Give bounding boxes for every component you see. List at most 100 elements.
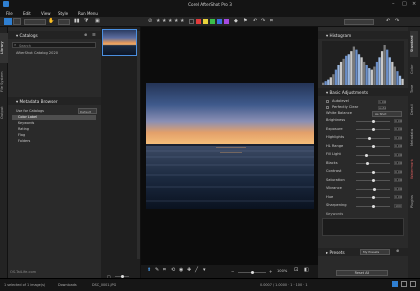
keywords-field[interactable] <box>322 218 404 236</box>
slider-knob[interactable] <box>371 204 375 208</box>
autolevel-checkbox[interactable] <box>326 100 329 103</box>
close-icon[interactable]: × <box>412 1 416 7</box>
rotate-right-icon[interactable]: ↷ <box>261 18 265 24</box>
basic-adjustments-header[interactable]: ▾ Basic Adjustments <box>318 88 408 96</box>
histogram-header[interactable]: ▾ Histogram <box>318 31 408 39</box>
zoom-dropdown[interactable] <box>58 19 70 25</box>
perfectly-clear-value[interactable]: Auto <box>378 106 386 110</box>
presets-selector[interactable]: My Presets <box>360 249 390 255</box>
metadata-item[interactable]: Use for Catalogs <box>16 109 44 113</box>
slider-knob[interactable] <box>364 153 368 157</box>
metadata-selector[interactable]: Default <box>78 108 97 114</box>
metadata-item[interactable]: Rating <box>18 127 29 131</box>
slider-track[interactable] <box>356 154 390 156</box>
tab-library[interactable]: Library <box>0 33 8 63</box>
star-5-icon[interactable]: ★ <box>180 18 184 24</box>
slider-knob[interactable] <box>366 162 370 165</box>
slider-value[interactable]: 0.00 <box>394 118 402 123</box>
slider-knob[interactable] <box>371 119 375 123</box>
tab-detail[interactable]: Detail <box>410 100 418 120</box>
crop-tool-icon[interactable]: ⌗ <box>163 267 166 273</box>
crop-icon[interactable]: ⌗ <box>270 18 273 24</box>
grid-view-button[interactable] <box>13 18 21 25</box>
main-image[interactable] <box>146 83 314 209</box>
redeye-icon[interactable]: ◉ <box>179 267 183 273</box>
funnel-icon[interactable]: ⧩ <box>84 18 88 24</box>
metadata-item[interactable]: Color Label <box>18 115 37 119</box>
tab-standard[interactable]: Standard <box>410 31 418 57</box>
redo-icon[interactable]: ↷ <box>395 18 399 24</box>
autolevel-value[interactable]: 1.00 <box>378 100 386 104</box>
slider-value[interactable]: 0.00 <box>394 178 402 182</box>
slider-value[interactable]: 0.00 <box>394 135 402 140</box>
slider-value[interactable]: 0.00 <box>394 161 402 165</box>
color-label-red[interactable] <box>196 19 201 24</box>
slider-track[interactable] <box>356 163 390 164</box>
layout-dual-icon[interactable] <box>401 281 407 287</box>
select-tool-icon[interactable]: ⬆ <box>147 267 151 273</box>
slider-value[interactable]: 0.00 <box>394 169 402 174</box>
slider-knob[interactable] <box>368 136 372 140</box>
menu-file[interactable]: File <box>6 11 13 16</box>
star-3-icon[interactable]: ★ <box>168 18 172 24</box>
tab-color[interactable]: Color <box>410 60 418 78</box>
fullscreen-icon[interactable]: ▣ <box>95 18 100 24</box>
library-view-button[interactable] <box>4 18 12 25</box>
slider-value[interactable]: 100 <box>394 203 402 208</box>
maximize-icon[interactable]: □ <box>402 1 407 7</box>
rotate-left-icon[interactable]: ↶ <box>253 18 257 24</box>
star-1-icon[interactable]: ★ <box>156 18 160 24</box>
undo-icon[interactable]: ↶ <box>386 18 390 24</box>
brush-icon[interactable]: ✎ <box>155 267 159 273</box>
slider-value[interactable]: 0.00 <box>394 127 402 131</box>
layout-grid-icon[interactable] <box>410 281 416 287</box>
menu-style[interactable]: Style <box>58 11 68 16</box>
slider-knob[interactable] <box>371 170 375 174</box>
star-2-icon[interactable]: ★ <box>162 18 166 24</box>
tag-icon[interactable]: ◆ <box>234 18 238 24</box>
slider-knob[interactable] <box>373 187 377 191</box>
metadata-item[interactable]: Keywords <box>18 121 34 125</box>
menu-edit[interactable]: Edit <box>23 11 31 16</box>
tab-output[interactable]: Output <box>0 102 8 124</box>
color-label-purple[interactable] <box>224 19 229 24</box>
metadata-item[interactable]: Flag <box>18 133 25 137</box>
color-label-none[interactable] <box>189 19 194 24</box>
heal-icon[interactable]: ✚ <box>187 267 191 273</box>
tab-file-system[interactable]: File System <box>0 65 8 99</box>
slider-value[interactable]: 0.00 <box>394 144 402 148</box>
zoom-knob[interactable] <box>251 271 254 274</box>
flag-icon[interactable]: ⚑ <box>243 18 247 24</box>
reject-icon[interactable]: ⊘ <box>148 18 152 24</box>
color-label-blue[interactable] <box>217 19 222 24</box>
view-dropdown[interactable] <box>24 19 46 25</box>
slider-knob[interactable] <box>371 145 375 148</box>
metadata-item[interactable]: Folders <box>18 139 30 143</box>
straighten-icon[interactable]: ⟲ <box>171 267 175 273</box>
menu-view[interactable]: View <box>41 11 51 16</box>
slider-track[interactable] <box>356 137 390 139</box>
compare-view-icon[interactable]: ◧ <box>304 267 309 273</box>
minimize-icon[interactable]: – <box>392 1 395 7</box>
color-label-green[interactable] <box>210 19 215 24</box>
add-catalog-icon[interactable]: ⊕ <box>84 32 87 37</box>
white-balance-dropdown[interactable]: As Shot <box>372 111 402 117</box>
perfectly-clear-checkbox[interactable] <box>326 106 329 109</box>
slider-knob[interactable] <box>371 196 375 199</box>
tab-plugins[interactable]: Plugins <box>410 187 418 217</box>
zoom-plus-icon[interactable]: + <box>269 269 272 274</box>
filmstrip-scrollbar[interactable] <box>137 31 140 259</box>
menu-run[interactable]: Run Menu <box>78 11 98 16</box>
slider-knob[interactable] <box>371 179 375 182</box>
layout-single-icon[interactable] <box>392 281 398 287</box>
color-label-yellow[interactable] <box>203 19 208 24</box>
slider-value[interactable]: 0.00 <box>394 195 402 199</box>
fit-icon[interactable]: ⊡ <box>294 267 298 273</box>
tab-metadata[interactable]: Metadata <box>410 123 418 151</box>
reset-all-button[interactable]: Reset All <box>336 270 388 276</box>
thumbnail-image[interactable] <box>102 29 137 56</box>
compare-icon[interactable]: ▮▮ <box>74 18 80 24</box>
catalog-menu-icon[interactable]: ☰ <box>92 32 96 37</box>
catalog-search-input[interactable]: Search <box>12 42 96 48</box>
slider-value[interactable]: 0.00 <box>394 186 402 191</box>
